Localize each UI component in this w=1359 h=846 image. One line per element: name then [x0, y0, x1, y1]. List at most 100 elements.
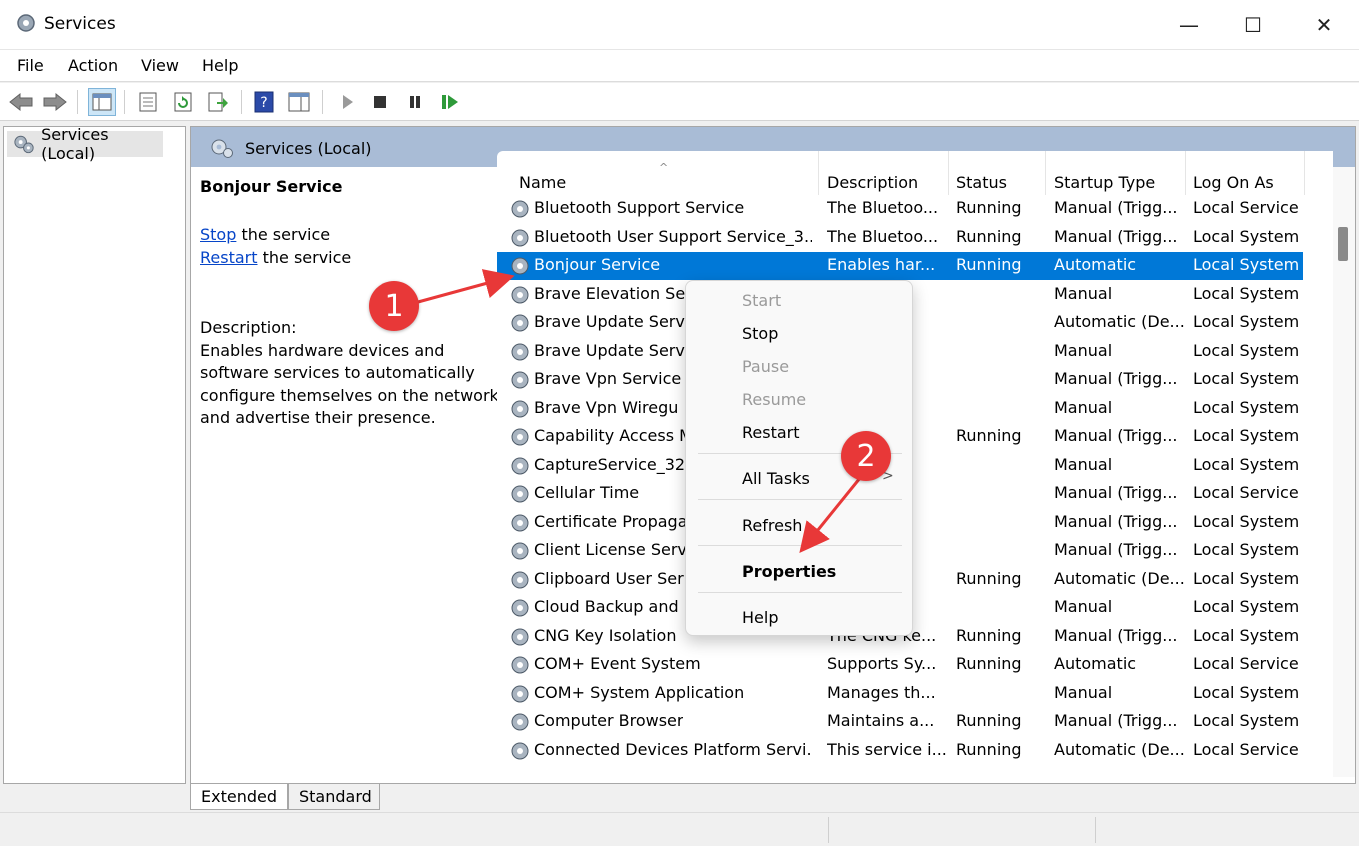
ctx-resume[interactable]: Resume	[742, 390, 806, 409]
service-row[interactable]: COM+ System Application Manages th... Manu…	[497, 680, 1303, 708]
help-button[interactable]: ?	[250, 88, 278, 116]
cell-startup: Manual (Trigg...	[1054, 369, 1178, 388]
cell-logon: Local System	[1193, 625, 1300, 645]
cell-startup: Automatic	[1054, 255, 1137, 274]
cell-name: COM+ System Application	[534, 682, 745, 702]
cell-logon: Local System	[1193, 312, 1300, 331]
console-tree: Services (Local)	[3, 125, 186, 784]
gear-icon	[511, 571, 529, 588]
service-row[interactable]: Bluetooth User Support Service_3... The B…	[497, 224, 1303, 252]
gear-icon	[511, 599, 529, 617]
cell-logon: Local Service	[1193, 198, 1299, 217]
export-list-button[interactable]	[204, 88, 232, 116]
cell-name: Client License Serv	[534, 540, 687, 559]
minimize-icon: —	[1179, 13, 1199, 37]
cell-startup: Manual (Trigg...	[1054, 511, 1178, 531]
stop-service-link[interactable]: Stop	[200, 225, 236, 244]
cell-startup: Manual	[1054, 597, 1113, 616]
back-arrow-icon	[9, 92, 33, 112]
ctx-start[interactable]: Start	[742, 291, 781, 310]
gear-icon	[511, 457, 529, 474]
pane-header-title: Services (Local)	[245, 139, 372, 158]
service-row[interactable]: Bonjour Service Enables har... Running Auto…	[497, 252, 1303, 280]
ctx-separator	[698, 545, 902, 546]
cell-desc: The Bluetoo...	[827, 198, 939, 217]
close-button[interactable]: ✕	[1292, 0, 1356, 50]
column-header-status[interactable]: Status	[950, 151, 1046, 195]
cell-logon: Local System	[1193, 426, 1300, 445]
menu-action[interactable]: Action	[68, 56, 118, 75]
toolbar-separator	[322, 90, 323, 114]
cell-status: Running	[956, 739, 1022, 759]
properties-icon	[139, 92, 157, 112]
stop-service-button[interactable]	[366, 88, 394, 116]
ctx-pause[interactable]: Pause	[742, 357, 789, 376]
gear-icon	[511, 514, 529, 531]
cell-startup: Manual	[1054, 283, 1113, 303]
service-description: Description: Enables hardware devices an…	[200, 317, 500, 430]
ctx-refresh[interactable]: Refresh	[742, 516, 802, 535]
column-header-description[interactable]: Description	[821, 151, 949, 195]
cell-status: Running	[956, 711, 1022, 730]
pause-service-button[interactable]	[401, 88, 429, 116]
ctx-restart[interactable]: Restart	[742, 423, 800, 442]
service-row[interactable]: Connected Devices Platform Servi... This …	[497, 737, 1303, 765]
cell-status: Running	[956, 255, 1022, 274]
show-console-tree-button[interactable]	[88, 88, 116, 116]
cell-name: Brave Vpn Wiregu	[534, 397, 679, 417]
tree-item-services-local[interactable]: Services (Local)	[7, 125, 163, 163]
tab-extended[interactable]: Extended	[190, 784, 288, 810]
properties-button[interactable]	[134, 88, 162, 116]
cell-name: CaptureService_32	[534, 454, 686, 474]
ctx-all-tasks[interactable]: All Tasks	[742, 469, 810, 488]
ctx-separator	[698, 499, 902, 500]
gear-icon	[14, 135, 34, 154]
cell-startup: Manual	[1054, 340, 1113, 360]
cell-desc: Enables har...	[827, 255, 936, 274]
restart-service-link[interactable]: Restart	[200, 248, 258, 267]
maximize-button[interactable]: ☐	[1221, 0, 1285, 50]
column-header-name[interactable]: Name	[513, 151, 819, 195]
gear-icon	[511, 713, 529, 731]
cell-name: Connected Devices Platform Servi...	[534, 739, 812, 759]
menu-help[interactable]: Help	[202, 56, 238, 75]
cell-startup: Manual (Trigg...	[1054, 540, 1178, 559]
cell-startup: Manual (Trigg...	[1054, 711, 1178, 730]
cell-startup: Manual (Trigg...	[1054, 426, 1178, 445]
tab-standard[interactable]: Standard	[288, 784, 380, 810]
show-hide-action-pane-button[interactable]	[285, 88, 313, 116]
tree-item-label: Services (Local)	[41, 125, 109, 163]
menu-view[interactable]: View	[141, 56, 179, 75]
cell-name: Cellular Time	[534, 483, 640, 502]
restart-service-button[interactable]	[436, 88, 464, 116]
ctx-help[interactable]: Help	[742, 608, 778, 627]
stop-icon	[374, 96, 386, 108]
scrollbar-thumb[interactable]	[1338, 227, 1348, 261]
services-gear-icon	[17, 14, 35, 32]
column-header-log-on-as[interactable]: Log On As	[1187, 151, 1305, 195]
forward-button[interactable]	[41, 88, 69, 116]
ctx-stop[interactable]: Stop	[742, 324, 778, 343]
column-header-startup-type[interactable]: Startup Type	[1048, 151, 1186, 195]
menu-file[interactable]: File	[17, 56, 44, 75]
back-button[interactable]	[7, 88, 35, 116]
service-row[interactable]: Computer Browser Maintains a... Running Man…	[497, 708, 1303, 736]
gear-icon	[511, 314, 529, 332]
start-service-button[interactable]	[333, 88, 361, 116]
status-bar	[0, 812, 1359, 846]
cell-startup: Manual	[1054, 682, 1113, 702]
cell-logon: Local System	[1193, 454, 1300, 474]
service-row[interactable]: Bluetooth Support Service The Bluetoo... R…	[497, 195, 1303, 223]
cell-startup: Manual (Trigg...	[1054, 226, 1178, 246]
ctx-properties[interactable]: Properties	[742, 562, 836, 581]
vertical-scrollbar[interactable]	[1333, 167, 1355, 777]
cell-name: Bonjour Service	[534, 255, 661, 274]
play-icon	[343, 95, 353, 109]
cell-startup: Automatic	[1054, 654, 1137, 673]
cell-logon: Local System	[1193, 255, 1300, 274]
refresh-button[interactable]	[169, 88, 197, 116]
minimize-button[interactable]: —	[1157, 0, 1221, 50]
service-row[interactable]: COM+ Event System Supports Sy... Running Au…	[497, 651, 1303, 679]
toolbar-separator	[124, 90, 125, 114]
cell-name: Certificate Propaga	[534, 511, 688, 531]
